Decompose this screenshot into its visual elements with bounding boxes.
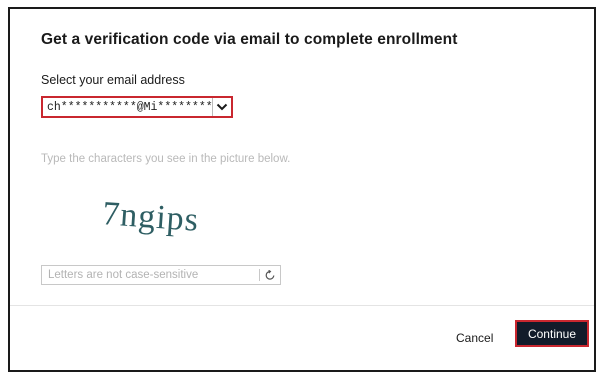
- captcha-image: 7ngips: [98, 192, 233, 257]
- captcha-input-field[interactable]: [41, 265, 281, 285]
- email-select-label: Select your email address: [41, 73, 185, 87]
- captcha-text: 7ngips: [101, 195, 200, 239]
- captcha-instructions: Type the characters you see in the pictu…: [41, 153, 291, 165]
- footer-divider: [10, 305, 594, 306]
- enrollment-dialog: Get a verification code via email to com…: [8, 7, 596, 372]
- email-selected-value[interactable]: ch***********@Mi********: [43, 101, 212, 114]
- refresh-icon[interactable]: [259, 269, 280, 281]
- cancel-button[interactable]: Cancel: [456, 328, 493, 348]
- continue-button[interactable]: Continue: [515, 320, 589, 347]
- dialog-title: Get a verification code via email to com…: [41, 31, 458, 48]
- chevron-down-icon[interactable]: [212, 98, 231, 116]
- email-address-select[interactable]: ch***********@Mi********: [41, 96, 233, 118]
- captcha-input[interactable]: [42, 266, 259, 284]
